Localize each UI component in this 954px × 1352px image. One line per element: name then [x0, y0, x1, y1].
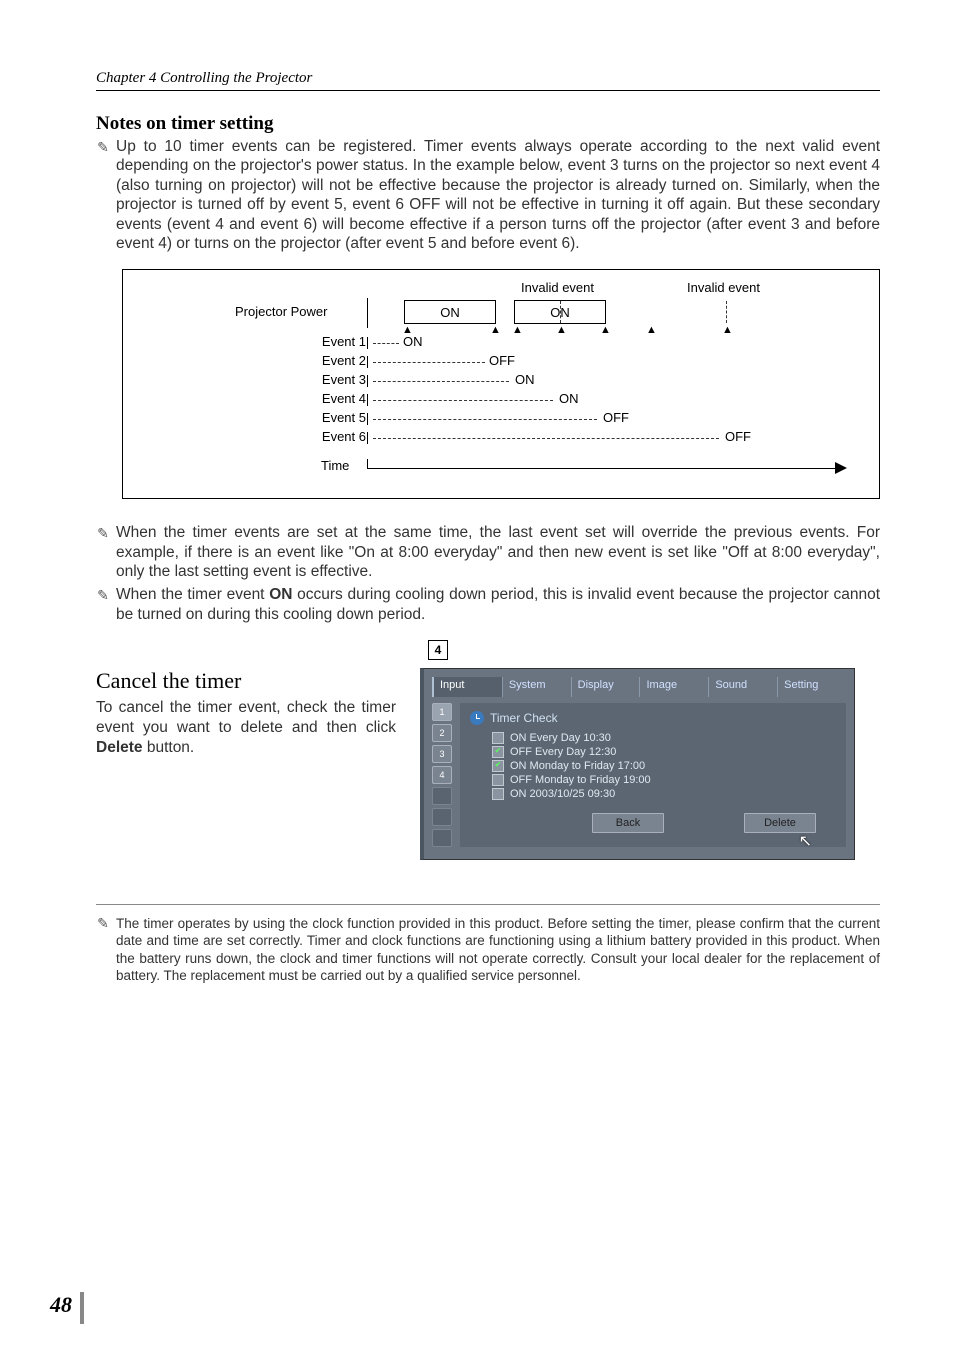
note-3: ✎ When the timer event ON occurs during … — [96, 585, 880, 624]
checkbox-4[interactable] — [492, 774, 504, 786]
side-btn-3[interactable]: 3 — [432, 745, 452, 763]
checkbox-2[interactable] — [492, 746, 504, 758]
notes-title: Notes on timer setting — [96, 113, 880, 135]
note-3-text: When the timer event ON occurs during co… — [116, 585, 880, 624]
footnote: ✎ The timer operates by using the clock … — [96, 915, 880, 984]
cancel-text-b: button. — [143, 739, 195, 756]
tab-image[interactable]: Image — [639, 677, 708, 697]
cancel-text-a: To cancel the timer event, check the tim… — [96, 699, 396, 736]
side-btn-1[interactable]: 1 — [432, 703, 452, 721]
checkbox-3[interactable] — [492, 760, 504, 772]
pencil-icon: ✎ — [96, 139, 110, 253]
event-5-state: OFF — [603, 410, 629, 425]
side-btn-4[interactable]: 4 — [432, 766, 452, 784]
timer-item-1: ON Every Day 10:30 — [510, 732, 611, 744]
side-btn-2[interactable]: 2 — [432, 724, 452, 742]
page-side-bar — [80, 1292, 84, 1324]
event-3-state: ON — [515, 372, 535, 387]
arrow-right-icon — [835, 462, 847, 474]
note-1-text: Up to 10 timer events can be registered.… — [116, 137, 880, 253]
time-label: Time — [321, 458, 349, 473]
tab-system[interactable]: System — [502, 677, 571, 697]
invalid-event-label-2: Invalid event — [687, 280, 760, 295]
pencil-icon: ✎ — [96, 587, 110, 624]
divider — [96, 904, 880, 905]
cancel-text-bold: Delete — [96, 739, 143, 756]
tab-setting[interactable]: Setting — [777, 677, 846, 697]
event-1-label: Event 1 — [301, 334, 366, 349]
timer-item-2: OFF Every Day 12:30 — [510, 746, 616, 758]
event-1-state: ON — [403, 334, 423, 349]
checkbox-5[interactable] — [492, 788, 504, 800]
clock-icon — [470, 711, 484, 725]
on-box-1: ON — [404, 300, 496, 324]
page-number: 48 — [50, 1292, 72, 1318]
tab-input[interactable]: Input — [432, 677, 502, 697]
gui-tab-bar: Input System Display Image Sound Setting — [424, 669, 854, 697]
power-axis: ON ON ▲ ▲ ▲ ▲ ▲ ▲ ▲ — [367, 298, 851, 328]
timer-item-4: OFF Monday to Friday 19:00 — [510, 774, 651, 786]
event-6-state: OFF — [725, 429, 751, 444]
side-btn-empty-1[interactable] — [432, 787, 452, 805]
note-3-a: When the timer event — [116, 586, 269, 603]
tab-sound[interactable]: Sound — [708, 677, 777, 697]
checkbox-1[interactable] — [492, 732, 504, 744]
pencil-icon: ✎ — [96, 915, 110, 984]
timer-diagram: Invalid event Invalid event Projector Po… — [122, 269, 880, 499]
cancel-timer-title: Cancel the timer — [96, 668, 396, 694]
page-indicator-box: 4 — [428, 640, 448, 660]
event-4-state: ON — [559, 391, 579, 406]
tab-display[interactable]: Display — [571, 677, 640, 697]
chapter-header: Chapter 4 Controlling the Projector — [96, 70, 880, 91]
event-2-label: Event 2 — [301, 353, 366, 368]
event-6-label: Event 6 — [301, 429, 366, 444]
projector-power-label: Projector Power — [235, 304, 327, 319]
event-2-state: OFF — [489, 353, 515, 368]
event-4-label: Event 4 — [301, 391, 366, 406]
projector-gui-screenshot: Input System Display Image Sound Setting… — [420, 668, 855, 860]
footnote-text: The timer operates by using the clock fu… — [116, 915, 880, 984]
invalid-event-label-1: Invalid event — [521, 280, 594, 295]
cancel-timer-text: To cancel the timer event, check the tim… — [96, 698, 396, 758]
gui-side-nav: 1 2 3 4 — [432, 703, 452, 847]
event-3-label: Event 3 — [301, 372, 366, 387]
back-button[interactable]: Back — [592, 813, 664, 833]
cursor-icon: ↖ — [799, 831, 812, 851]
timer-item-5: ON 2003/10/25 09:30 — [510, 788, 615, 800]
note-1: ✎ Up to 10 timer events can be registere… — [96, 137, 880, 253]
time-axis — [367, 468, 841, 469]
side-btn-empty-2[interactable] — [432, 808, 452, 826]
note-3-bold: ON — [269, 586, 292, 603]
delete-button[interactable]: Delete — [744, 813, 816, 833]
pencil-icon: ✎ — [96, 525, 110, 581]
side-btn-empty-3[interactable] — [432, 829, 452, 847]
event-5-label: Event 5 — [301, 410, 366, 425]
timer-item-3: ON Monday to Friday 17:00 — [510, 760, 645, 772]
note-2-text: When the timer events are set at the sam… — [116, 523, 880, 581]
note-2: ✎ When the timer events are set at the s… — [96, 523, 880, 581]
timer-check-title: Timer Check — [490, 711, 558, 725]
gui-main-panel: Timer Check ON Every Day 10:30 OFF Every… — [460, 703, 846, 847]
